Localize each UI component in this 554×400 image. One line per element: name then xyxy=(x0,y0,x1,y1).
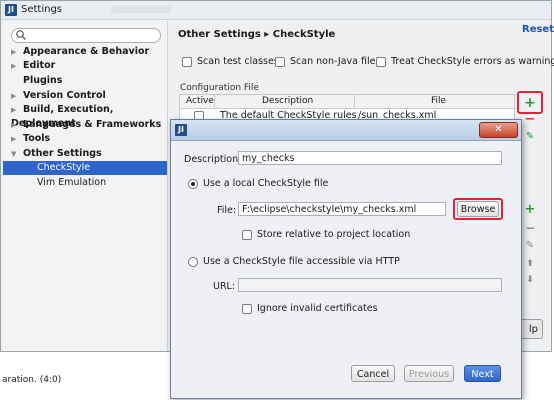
treat-errors-warnings-checkbox[interactable] xyxy=(376,57,386,67)
column-header-file[interactable]: File xyxy=(431,96,446,106)
description-input[interactable]: my_checks xyxy=(238,151,502,165)
edit-config-button[interactable]: ✎ xyxy=(523,130,537,144)
column-header-active[interactable]: Active xyxy=(186,96,214,106)
move-down-icon[interactable]: ⬇ xyxy=(523,273,537,287)
treat-errors-warnings-label: Treat CheckStyle errors as warnings xyxy=(391,56,554,67)
remove-rule-icon[interactable]: − xyxy=(523,221,537,235)
config-file-label: Configuration File xyxy=(180,83,259,93)
http-option-label: Use a CheckStyle file accessible via HTT… xyxy=(203,256,400,267)
dialog-app-logo: JI xyxy=(175,124,187,136)
http-file-radio[interactable] xyxy=(188,257,198,267)
dialog-close-button[interactable]: ✕ xyxy=(479,122,518,138)
file-path-input[interactable]: F:\eclipse\checkstyle\my_checks.xml xyxy=(238,202,446,216)
search-icon xyxy=(16,30,26,40)
store-relative-checkbox[interactable] xyxy=(242,230,252,240)
remove-config-button[interactable]: − xyxy=(523,113,537,127)
scan-test-classes-label: Scan test classes xyxy=(197,56,279,67)
local-file-option-label: Use a local CheckStyle file xyxy=(203,178,329,189)
scan-test-classes-checkbox[interactable] xyxy=(182,57,192,67)
move-up-icon[interactable]: ⬆ xyxy=(523,257,537,271)
dialog-titlebar: JI ✕ xyxy=(171,120,521,141)
expand-arrow-icon: ▶ xyxy=(11,48,17,56)
scan-non-java-label: Scan non-Java files xyxy=(290,56,381,67)
expand-arrow-icon: ▶ xyxy=(11,121,17,129)
window-title: Settings xyxy=(21,4,63,15)
sidebar-item-checkstyle[interactable]: CheckStyle xyxy=(3,161,167,175)
expand-arrow-icon: ▶ xyxy=(11,135,17,143)
status-text: aration. (4:0) xyxy=(2,375,62,385)
sidebar-item-tools[interactable]: ▶ Tools xyxy=(11,132,165,146)
table-header: Active Description File xyxy=(180,95,514,109)
reset-link[interactable]: Reset xyxy=(522,24,554,35)
ignore-certs-checkbox[interactable] xyxy=(242,304,252,314)
title-blur xyxy=(111,6,171,13)
column-divider xyxy=(354,95,355,108)
edit-rule-icon[interactable]: ✎ xyxy=(523,239,537,253)
description-label: Description: xyxy=(184,154,242,165)
column-header-description[interactable]: Description xyxy=(262,96,313,106)
scan-non-java-checkbox[interactable] xyxy=(275,57,285,67)
sidebar-item-version-control[interactable]: ▶ Version Control xyxy=(11,89,165,103)
browse-button[interactable]: Browse xyxy=(457,201,499,217)
next-button[interactable]: Next xyxy=(464,365,501,382)
add-rule-icon[interactable]: + xyxy=(523,203,537,217)
local-file-radio[interactable] xyxy=(188,179,198,189)
ignore-certs-label: Ignore invalid certificates xyxy=(257,303,378,314)
file-label: File: xyxy=(217,205,237,216)
sidebar-item-build[interactable]: ▶ Build, Execution, Deployment xyxy=(11,103,165,129)
rules-toolbar: + − ✎ ⬆ ⬇ xyxy=(520,201,544,301)
breadcrumb: Other Settings ▸ CheckStyle xyxy=(178,29,336,40)
app-logo: JI xyxy=(5,4,17,16)
sidebar-item-plugins[interactable]: Plugins xyxy=(11,74,165,88)
add-config-button[interactable]: + xyxy=(523,96,537,110)
previous-button[interactable]: Previous xyxy=(404,365,454,382)
add-checkstyle-dialog: JI ✕ Description: my_checks Use a local … xyxy=(170,119,522,399)
sidebar-item-other-settings[interactable]: ▼ Other Settings xyxy=(11,147,165,161)
sidebar-item-languages[interactable]: ▶ Languages & Frameworks xyxy=(11,118,165,132)
cancel-button[interactable]: Cancel xyxy=(351,365,395,382)
store-relative-label: Store relative to project location xyxy=(257,229,411,240)
expand-arrow-icon: ▶ xyxy=(11,92,17,100)
collapse-arrow-icon: ▼ xyxy=(11,150,17,158)
expand-arrow-icon: ▶ xyxy=(11,62,17,70)
url-input[interactable] xyxy=(238,278,502,292)
url-label: URL: xyxy=(213,281,236,292)
expand-arrow-icon: ▶ xyxy=(11,106,17,114)
sidebar-item-vim-emulation[interactable]: Vim Emulation xyxy=(3,176,167,190)
column-divider xyxy=(214,95,215,108)
search-input[interactable] xyxy=(11,28,161,43)
sidebar-item-editor[interactable]: ▶ Editor xyxy=(11,59,165,73)
settings-titlebar: JI Settings xyxy=(1,1,551,20)
sidebar-item-appearance[interactable]: ▶ Appearance & Behavior xyxy=(11,45,165,59)
